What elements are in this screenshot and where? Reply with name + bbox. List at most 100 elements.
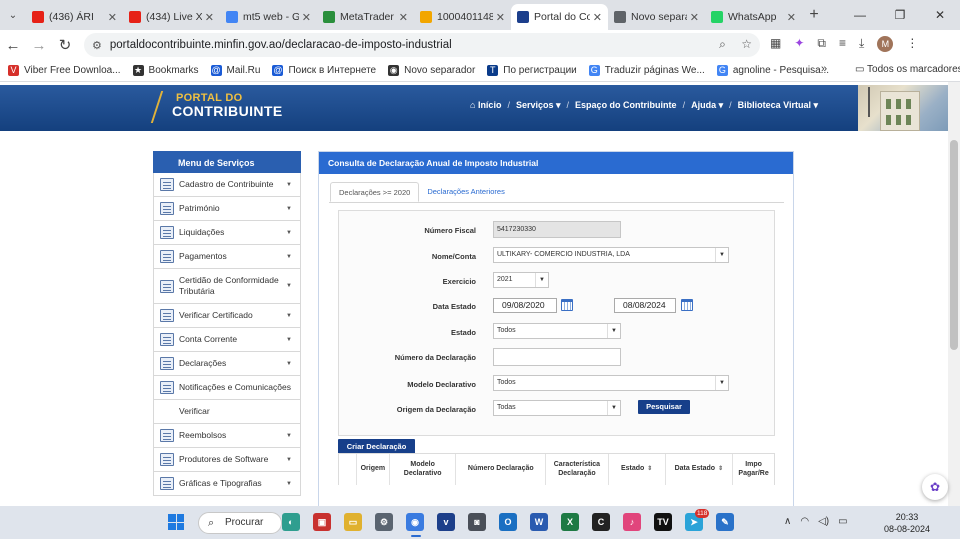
wifi-icon[interactable]: ◠ — [800, 516, 809, 527]
sidebar-item[interactable]: Conta Corrente ▼ — [153, 328, 301, 352]
battery-icon[interactable]: ▭ — [838, 516, 847, 527]
bookmark-item[interactable]: ★ Bookmarks — [132, 65, 199, 76]
assistant-fab-icon[interactable]: ✿ — [922, 474, 948, 500]
media-icon[interactable]: ≡ — [839, 36, 846, 52]
sidebar-item[interactable]: Património ▼ — [153, 197, 301, 221]
th-estado[interactable]: Estado ⇕ — [609, 454, 666, 485]
file-explorer-icon[interactable]: ▭ — [344, 513, 362, 531]
browser-tab[interactable]: MetaTrader ✕ — [317, 4, 414, 30]
sidebar-item[interactable]: Verificar — [153, 400, 301, 424]
nav-inicio[interactable]: ⌂ Início — [470, 100, 501, 111]
data-estado-from-input[interactable]: 09/08/2020 — [493, 298, 557, 313]
tab-search-button[interactable]: ⌄ — [0, 0, 26, 30]
origem-declaracao-select[interactable]: Todas ▼ — [493, 400, 621, 416]
taskbar-clock[interactable]: 20:33 08-08-2024 — [884, 511, 930, 535]
browser-tab[interactable]: (436) ÁRI ✕ — [26, 4, 123, 30]
modelo-declarativo-select[interactable]: Todos ▼ — [493, 375, 729, 391]
close-tab-icon[interactable]: ✕ — [108, 11, 117, 24]
nav-servicos[interactable]: Serviços ▾ — [516, 100, 561, 111]
sidebar-item[interactable]: Declarações ▼ — [153, 352, 301, 376]
tab-declaracoes-2020[interactable]: Declarações >= 2020 — [330, 182, 420, 202]
nav-biblioteca[interactable]: Biblioteca Virtual ▾ — [738, 100, 818, 111]
browser-tab[interactable]: Novo separa ✕ — [608, 4, 705, 30]
nav-ajuda[interactable]: Ajuda ▾ — [691, 100, 723, 111]
exercicio-select[interactable]: 2021 ▼ — [493, 272, 549, 288]
ai-extension-icon[interactable]: ✦ — [794, 36, 804, 52]
reload-icon[interactable]: ↻ — [52, 36, 78, 54]
logo-bottom-text[interactable]: CONTRIBUINTE — [172, 103, 283, 119]
browser-tab[interactable]: WhatsApp ✕ — [705, 4, 802, 30]
tray-chevron-icon[interactable]: ∧ — [784, 516, 791, 527]
close-tab-icon[interactable]: ✕ — [302, 11, 311, 24]
sidebar-item[interactable]: Reembolsos ▼ — [153, 424, 301, 448]
forward-icon[interactable]: → — [26, 37, 52, 54]
bookmark-item[interactable]: @ Mail.Ru — [210, 65, 260, 76]
paint-icon[interactable]: ✎ — [716, 513, 734, 531]
site-info-icon[interactable]: ⚙ — [92, 39, 102, 52]
close-tab-icon[interactable]: ✕ — [399, 11, 408, 24]
estado-select[interactable]: Todos ▼ — [493, 323, 621, 339]
sidebar-item[interactable]: Liquidações ▼ — [153, 221, 301, 245]
sidebar-item[interactable]: Produtores de Software ▼ — [153, 448, 301, 472]
url-text[interactable]: portaldocontribuinte.minfin.gov.ao/decla… — [110, 39, 452, 51]
nome-conta-select[interactable]: ULTIKARY- COMERCIO INDUSTRIA, LDA ▼ — [493, 247, 729, 263]
photos-icon[interactable]: ▣ — [313, 513, 331, 531]
sidebar-item[interactable]: Certidão de Conformidade Tributária ▼ — [153, 269, 301, 304]
ccleaner-icon[interactable]: C — [592, 513, 610, 531]
bookmark-item[interactable]: @ Поиск в Интернете — [272, 65, 376, 76]
more-bookmarks-icon[interactable]: » — [821, 63, 827, 75]
sidebar-item[interactable]: Verificar Certificado ▼ — [153, 304, 301, 328]
browser-tab[interactable]: Portal do Co ✕ — [511, 4, 608, 30]
browser-tab[interactable]: mt5 web - G ✕ — [220, 4, 317, 30]
settings-icon[interactable]: ⚙ — [375, 513, 393, 531]
th-caracteristica[interactable]: Característica Declaração — [546, 454, 609, 485]
close-tab-icon[interactable]: ✕ — [205, 11, 214, 24]
th-origem[interactable]: Origem — [357, 454, 390, 485]
sidebar-item[interactable]: Gráficas e Tipografias ▼ — [153, 472, 301, 496]
numero-declaracao-input[interactable] — [493, 348, 621, 366]
close-tab-icon[interactable]: ✕ — [593, 11, 602, 24]
windows-start-icon[interactable] — [168, 514, 184, 530]
puzzle-icon[interactable]: ⧉ — [817, 36, 826, 52]
extension-icon[interactable]: ▦ — [770, 36, 781, 52]
nav-espaco-contribuinte[interactable]: Espaço do Contribuinte — [575, 100, 677, 111]
browser-tab[interactable]: 1000401148 ✕ — [414, 4, 511, 30]
th-imposto[interactable]: Impo Pagar/Re — [733, 454, 774, 485]
download-icon[interactable]: ⤓ — [859, 36, 864, 52]
close-tab-icon[interactable]: ✕ — [690, 11, 699, 24]
excel-icon[interactable]: X — [561, 513, 579, 531]
close-tab-icon[interactable]: ✕ — [496, 11, 505, 24]
tradingview-icon[interactable]: TV — [654, 513, 672, 531]
pesquisar-button[interactable]: Pesquisar — [638, 400, 690, 414]
word-icon[interactable]: W — [530, 513, 548, 531]
chrome-icon[interactable]: ◉ — [406, 513, 424, 531]
bookmark-item[interactable]: G Traduzir páginas We... — [588, 65, 705, 76]
browser-tab[interactable]: (434) Live XA✕ — [123, 4, 220, 30]
tab-declaracoes-anteriores[interactable]: Declarações Anteriores — [419, 182, 513, 202]
th-modelo-declarativo[interactable]: Modelo Declarativo — [390, 454, 457, 485]
th-numero-declaracao[interactable]: Número Declaração — [456, 454, 547, 485]
url-bar[interactable]: ⚙ portaldocontribuinte.minfin.gov.ao/dec… — [84, 33, 760, 57]
outlook-icon[interactable]: O — [499, 513, 517, 531]
data-estado-to-input[interactable]: 08/08/2024 — [614, 298, 676, 313]
page-scrollbar[interactable] — [948, 82, 960, 506]
back-icon[interactable]: ← — [0, 37, 26, 54]
new-tab-button[interactable]: + — [802, 6, 826, 24]
bookmark-item[interactable]: ◉ Novo separador — [388, 65, 475, 76]
calendar-to-icon[interactable] — [681, 299, 693, 311]
taskbar-search[interactable]: ⌕ Procurar — [198, 512, 282, 534]
minimize-icon[interactable]: — — [840, 0, 880, 30]
all-bookmarks-folder[interactable]: ▭ Todos os marcadores — [855, 64, 960, 75]
camera-icon[interactable]: ◙ — [468, 513, 486, 531]
itunes-icon[interactable]: ♪ — [623, 513, 641, 531]
bookmark-star-icon[interactable]: ☆ — [741, 37, 752, 51]
vio-icon[interactable]: v — [437, 513, 455, 531]
copilot-icon[interactable]: ◐ — [282, 513, 300, 531]
volume-icon[interactable]: ◁) — [818, 516, 829, 527]
profile-avatar[interactable]: M — [877, 36, 894, 52]
sidebar-item[interactable]: Pagamentos ▼ — [153, 245, 301, 269]
sidebar-item[interactable]: Notificações e Comunicações — [153, 376, 301, 400]
bookmark-item[interactable]: V Viber Free Downloa... — [8, 65, 121, 76]
scrollbar-thumb[interactable] — [950, 140, 958, 350]
bookmark-item[interactable]: Gagnoline - Pesquisa... — [716, 65, 829, 76]
